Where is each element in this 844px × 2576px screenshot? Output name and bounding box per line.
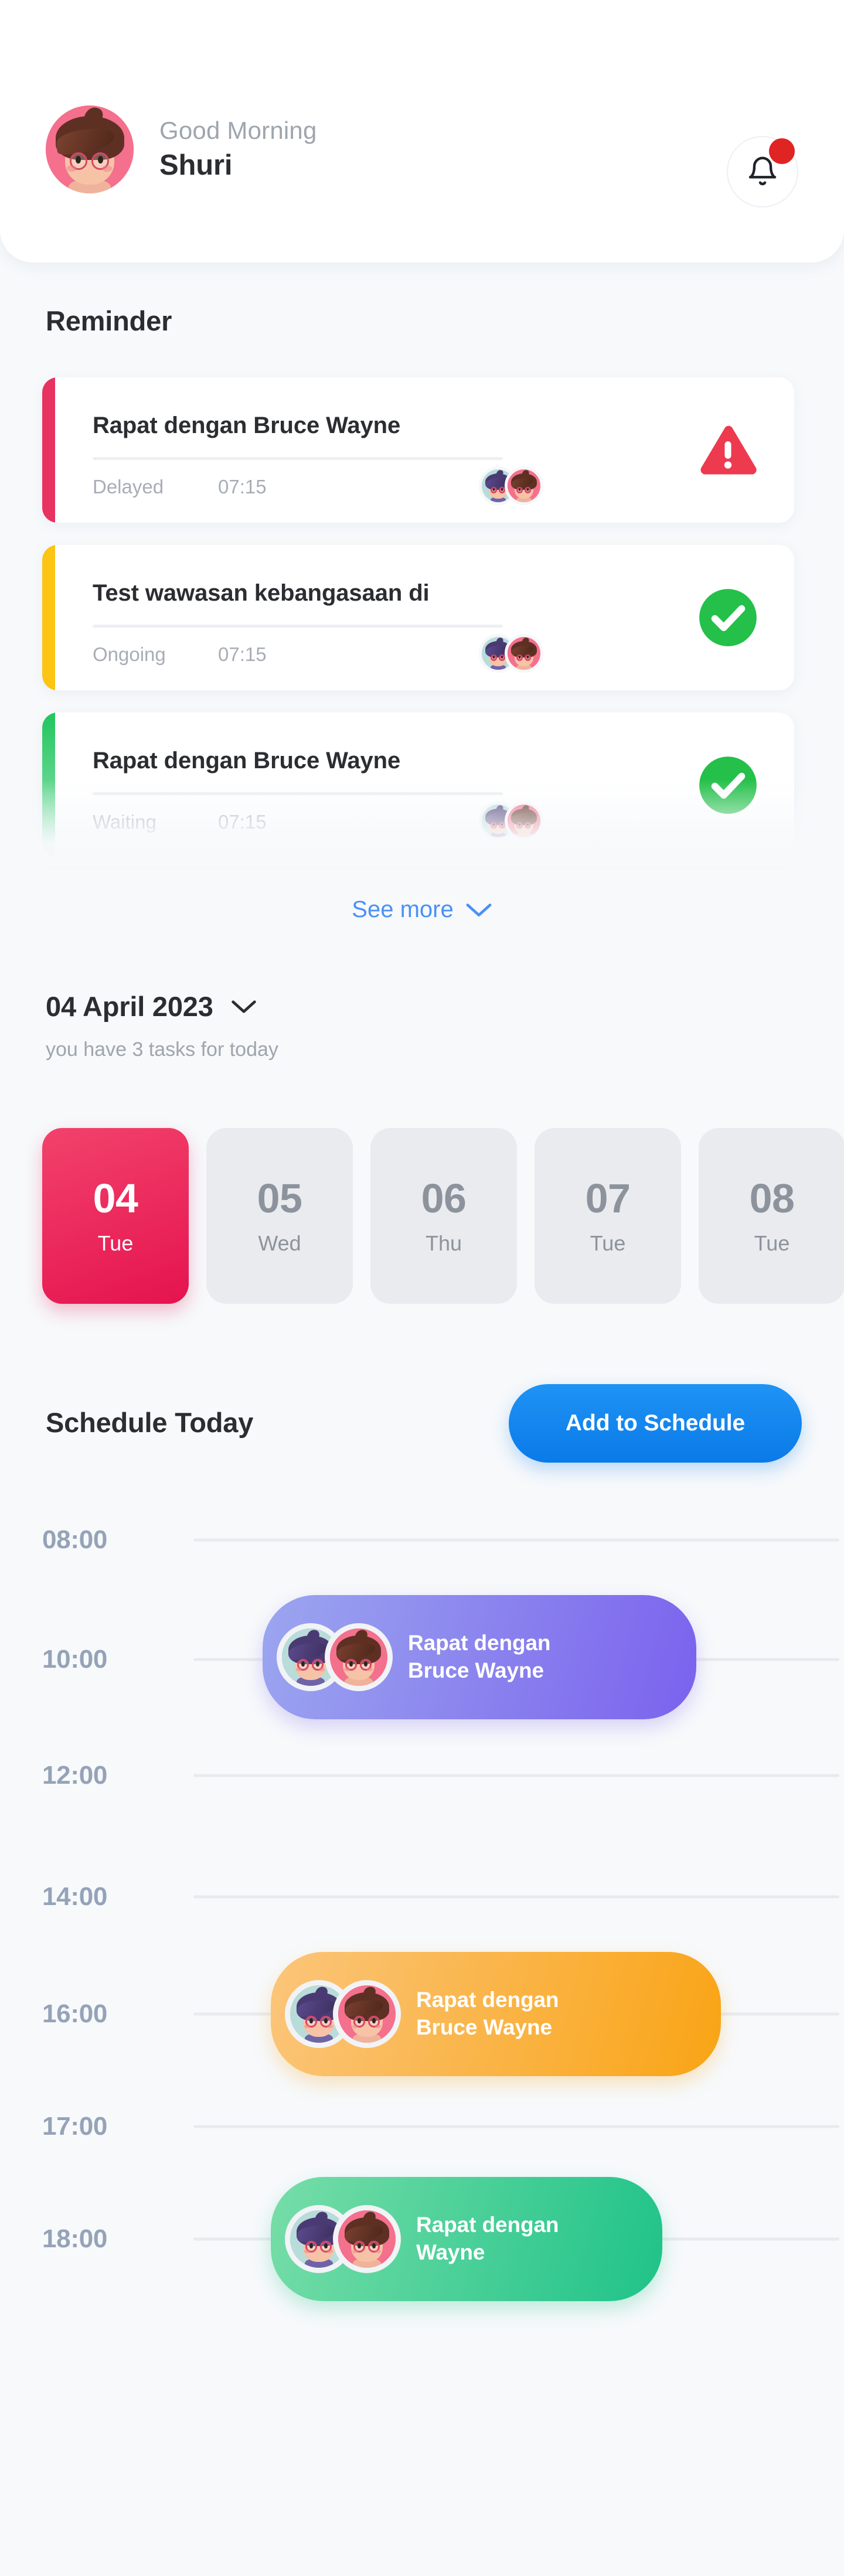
divider [93, 792, 503, 795]
day-name: Tue [754, 1231, 790, 1255]
timeline-time-label: 16:00 [42, 1999, 108, 2028]
timeline-row: 17:00 [0, 2112, 844, 2141]
attendee-avatar [333, 1980, 401, 2048]
see-more-button[interactable]: See more [0, 897, 844, 923]
timeline-time-label: 12:00 [42, 1761, 108, 1790]
reminder-card[interactable]: Rapat dengan Bruce Wayne Delayed 07:15 [42, 377, 794, 523]
current-date-label: 04 April 2023 [46, 991, 213, 1022]
timeline-time-label: 14:00 [42, 1882, 108, 1911]
attendee-avatar [505, 466, 543, 505]
timeline-time-label: 18:00 [42, 2224, 108, 2253]
notification-badge-dot [769, 138, 795, 164]
reminder-accent-bar [42, 377, 55, 523]
attendee-avatars [479, 634, 543, 673]
attendee-avatar [505, 634, 543, 673]
day-name: Tue [97, 1231, 134, 1255]
user-name: Shuri [159, 149, 233, 182]
divider [93, 457, 503, 460]
reminder-time: 07:15 [218, 643, 267, 665]
timeline-gridline [193, 1538, 839, 1542]
day-number: 05 [257, 1175, 302, 1221]
check-circle-icon [699, 757, 757, 814]
reminder-title: Rapat dengan Bruce Wayne [93, 748, 401, 774]
reminder-time: 07:15 [218, 476, 267, 498]
reminder-time: 07:15 [218, 811, 267, 833]
day-number: 08 [749, 1175, 795, 1221]
attendee-avatars [285, 2205, 401, 2273]
day-chip-list[interactable]: 04 Tue 05 Wed 06 Thu 07 Tue 08 Tue [42, 1128, 844, 1304]
event-title: Rapat dengan Wayne [416, 2213, 559, 2264]
header-card: Good Morning Shuri [0, 0, 844, 263]
day-chip-06[interactable]: 06 Thu [370, 1128, 517, 1304]
greeting-text: Good Morning [159, 116, 317, 144]
attendee-avatars [479, 802, 543, 840]
attendee-avatars [277, 1623, 393, 1691]
timeline-row: 12:00 [0, 1761, 844, 1790]
day-chip-08[interactable]: 08 Tue [699, 1128, 844, 1304]
reminder-status: Ongoing [93, 643, 166, 665]
day-name: Thu [425, 1231, 462, 1255]
chevron-down-icon [466, 903, 492, 916]
reminder-heading: Reminder [46, 305, 172, 336]
day-number: 04 [93, 1175, 138, 1221]
day-name: Wed [258, 1231, 301, 1255]
reminder-status: Waiting [93, 811, 156, 833]
attendee-avatar [333, 2205, 401, 2273]
timeline-time-label: 08:00 [42, 1525, 108, 1554]
check-circle-icon [699, 589, 757, 646]
day-number: 06 [421, 1175, 467, 1221]
timeline-gridline [193, 2125, 839, 2128]
attendee-avatar [325, 1623, 393, 1691]
reminder-accent-bar [42, 545, 55, 690]
tasks-summary: you have 3 tasks for today [46, 1038, 278, 1061]
schedule-event[interactable]: Rapat dengan Bruce Wayne [263, 1595, 696, 1719]
attendee-avatars [479, 466, 543, 505]
timeline-row: 08:00 [0, 1525, 844, 1554]
reminder-status: Delayed [93, 476, 164, 498]
day-chip-07[interactable]: 07 Tue [535, 1128, 681, 1304]
add-to-schedule-button[interactable]: Add to Schedule [509, 1384, 802, 1463]
day-chip-05[interactable]: 05 Wed [206, 1128, 353, 1304]
event-title: Rapat dengan Bruce Wayne [416, 1988, 559, 2039]
schedule-event[interactable]: Rapat dengan Wayne [271, 2177, 662, 2301]
reminder-card[interactable]: Test wawasan kebangasaan di Ongoing 07:1… [42, 545, 794, 690]
schedule-event[interactable]: Rapat dengan Bruce Wayne [271, 1952, 721, 2076]
greeting-block: Good Morning Shuri [159, 115, 317, 183]
schedule-heading: Schedule Today [46, 1407, 254, 1438]
see-more-label: See more [352, 897, 454, 922]
timeline-row: 14:00 [0, 1882, 844, 1911]
reminder-card[interactable]: Rapat dengan Bruce Wayne Waiting 07:15 [42, 713, 794, 858]
avatar[interactable] [46, 105, 134, 193]
warning-triangle-icon [700, 425, 757, 475]
app-screen: Good Morning Shuri Reminder Rapat dengan… [0, 0, 844, 2576]
timeline-gridline [193, 1895, 839, 1899]
day-number: 07 [585, 1175, 631, 1221]
reminder-title: Rapat dengan Bruce Wayne [93, 413, 401, 438]
event-title: Rapat dengan Bruce Wayne [408, 1631, 551, 1682]
notification-button[interactable] [727, 136, 798, 207]
day-chip-04[interactable]: 04 Tue [42, 1128, 189, 1304]
date-selector[interactable]: 04 April 2023 [46, 990, 257, 1023]
reminder-accent-bar [42, 713, 55, 858]
timeline-gridline [193, 1774, 839, 1777]
chevron-down-icon [231, 1000, 256, 1013]
attendee-avatar [505, 802, 543, 840]
timeline-time-label: 17:00 [42, 2112, 108, 2141]
day-name: Tue [590, 1231, 626, 1255]
divider [93, 625, 503, 628]
reminder-title: Test wawasan kebangasaan di [93, 580, 430, 606]
timeline-time-label: 10:00 [42, 1645, 108, 1674]
attendee-avatars [285, 1980, 401, 2048]
